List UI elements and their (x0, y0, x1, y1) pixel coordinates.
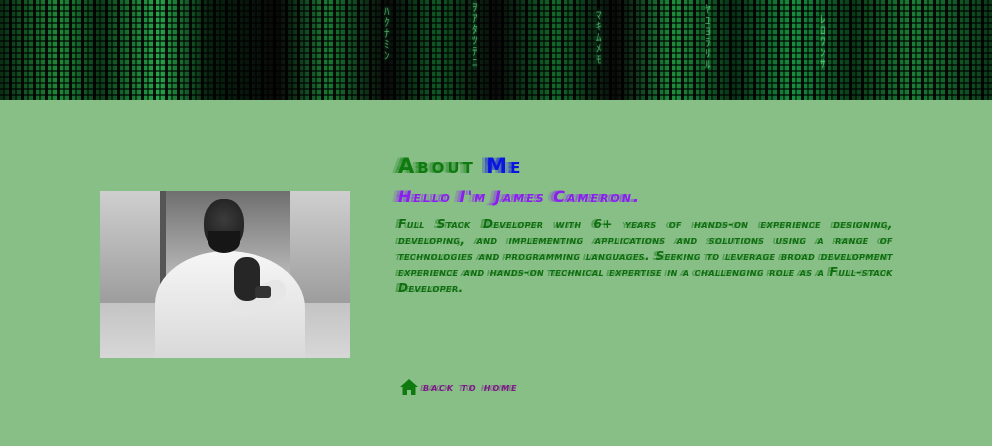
banner-glyph: ﾏ ｷ ﾑ ﾒ ﾓ (596, 9, 602, 66)
page-title: About Me (398, 152, 893, 180)
title-word-about: About (398, 154, 476, 178)
photo-window (100, 191, 166, 303)
profile-photo (100, 191, 350, 358)
banner-glyph: ﾊ ｸ ﾅ ﾐ ﾝ (384, 5, 390, 62)
photo-beard (208, 231, 240, 253)
photo-shirt (155, 251, 305, 358)
banner-glyph: ｦ ｱ ﾀ ﾂ ﾃ ﾆ (472, 1, 478, 69)
bio-paragraph: Full Stack Developer with 6+ years of ha… (398, 217, 893, 295)
matrix-banner: ﾊ ｸ ﾅ ﾐ ﾝ ｦ ｱ ﾀ ﾂ ﾃ ﾆ ﾏ ｷ ﾑ ﾒ ﾓ ﾔ ﾕ ﾖ ﾗ … (0, 0, 992, 100)
back-to-home-label: back to home (423, 380, 519, 394)
photo-watch (255, 286, 271, 298)
back-to-home-link[interactable]: back to home (399, 378, 519, 396)
home-icon (400, 379, 418, 395)
title-word-me: Me (486, 154, 524, 178)
banner-glyph: ﾚ ﾛ ﾜ ﾝ ｻ (820, 13, 826, 70)
greeting: Hello I'm James Cameron. (398, 187, 642, 206)
about-section: About Me Hello I'm James Cameron. Full S… (398, 152, 893, 296)
banner-glyph: ﾔ ﾕ ﾖ ﾗ ﾘ ﾙ (705, 3, 711, 71)
